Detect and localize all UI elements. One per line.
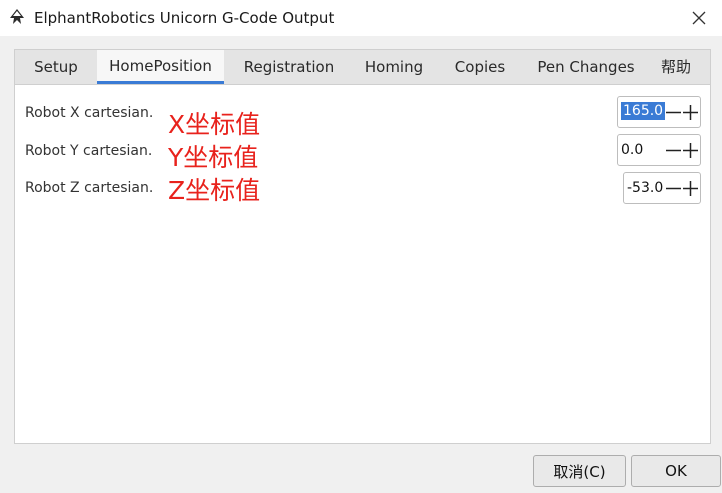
robot-x-value[interactable]: 165.0 xyxy=(621,102,666,120)
robot-y-increment[interactable] xyxy=(682,135,699,165)
robot-z-label: Robot Z cartesian. xyxy=(25,180,154,196)
tab-bar: Setup HomePosition Registration Homing C… xyxy=(14,49,711,84)
robot-x-spinbox[interactable]: 165.0 xyxy=(617,96,701,128)
homeposition-panel: Robot X cartesian. X坐标值 165.0 Robot Y ca… xyxy=(14,84,711,444)
tab-pen-changes[interactable]: Pen Changes xyxy=(527,50,645,84)
robot-z-value[interactable]: -53.0 xyxy=(627,180,663,196)
cancel-button[interactable]: 取消(C) xyxy=(533,455,626,487)
close-button[interactable] xyxy=(676,0,722,36)
robot-x-increment[interactable] xyxy=(682,97,699,127)
plus-icon xyxy=(683,142,698,158)
robot-y-spinbox[interactable]: 0.0 xyxy=(617,134,701,166)
robot-y-label: Robot Y cartesian. xyxy=(25,143,153,159)
title-bar: ElphantRobotics Unicorn G-Code Output xyxy=(0,0,722,36)
robot-z-decrement[interactable] xyxy=(665,173,682,203)
y-annotation: Y坐标值 xyxy=(168,143,259,172)
tab-registration[interactable]: Registration xyxy=(229,50,349,84)
minus-icon xyxy=(666,149,681,151)
dialog-body: Setup HomePosition Registration Homing C… xyxy=(0,36,722,493)
robot-x-decrement[interactable] xyxy=(665,97,682,127)
minus-icon xyxy=(666,111,681,113)
x-annotation: X坐标值 xyxy=(168,110,261,139)
robot-y-value[interactable]: 0.0 xyxy=(621,142,643,158)
tab-homing[interactable]: Homing xyxy=(353,50,435,84)
robot-z-increment[interactable] xyxy=(682,173,699,203)
tab-help[interactable]: 帮助 xyxy=(651,50,701,84)
robot-x-label: Robot X cartesian. xyxy=(25,105,154,121)
ok-button[interactable]: OK xyxy=(631,455,721,487)
tab-copies[interactable]: Copies xyxy=(440,50,520,84)
plus-icon xyxy=(683,104,698,120)
close-icon xyxy=(692,11,706,25)
plus-icon xyxy=(683,180,698,196)
minus-icon xyxy=(666,187,681,189)
robot-y-decrement[interactable] xyxy=(665,135,682,165)
tab-setup[interactable]: Setup xyxy=(15,50,97,84)
inkscape-logo-icon xyxy=(10,9,24,24)
window-title: ElphantRobotics Unicorn G-Code Output xyxy=(34,9,335,27)
robot-z-spinbox[interactable]: -53.0 xyxy=(623,172,701,204)
z-annotation: Z坐标值 xyxy=(168,176,261,205)
tab-homeposition[interactable]: HomePosition xyxy=(97,50,224,84)
